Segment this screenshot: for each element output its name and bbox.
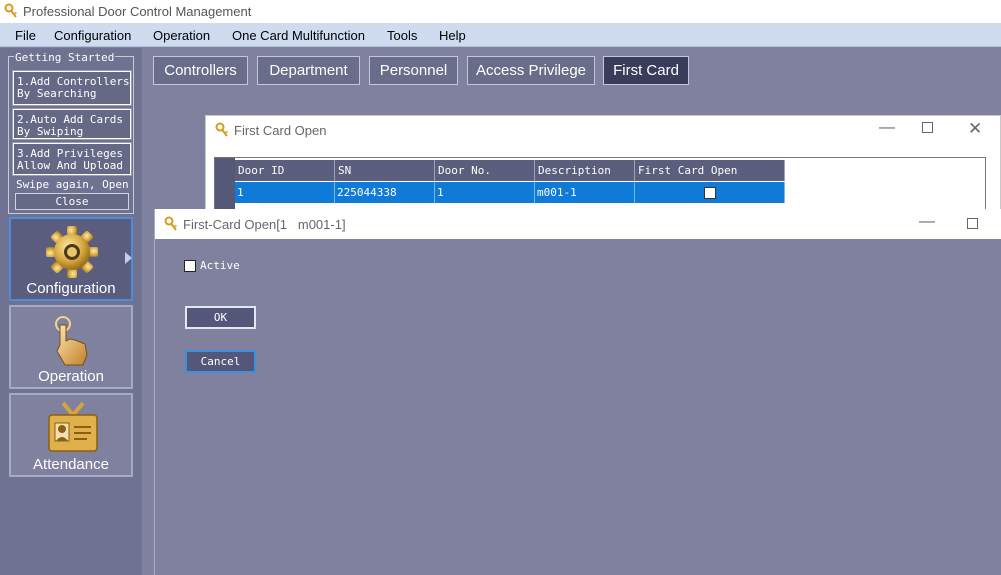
menu-tools[interactable]: Tools <box>387 28 417 43</box>
hand-pointer-icon <box>55 316 88 366</box>
column-header-sn[interactable]: SN <box>335 160 435 181</box>
step-add-controllers-button[interactable]: 1.Add Controllers By Searching <box>12 70 132 106</box>
nav-tile-configuration[interactable]: Configuration <box>9 217 133 301</box>
tab-department[interactable]: Department <box>257 56 360 85</box>
step-add-privileges-button[interactable]: 3.Add Privileges Allow And Upload <box>12 142 132 176</box>
ok-button[interactable]: OK <box>185 306 256 329</box>
column-header-first-card-open[interactable]: First Card Open <box>635 160 785 181</box>
menu-help[interactable]: Help <box>439 28 466 43</box>
menu-file[interactable]: File <box>15 28 36 43</box>
swipe-again-text: Swipe again, Open <box>16 178 129 191</box>
row-header-column <box>215 158 235 213</box>
tab-controllers[interactable]: Controllers <box>153 56 248 85</box>
nav-tile-attendance[interactable]: Attendance <box>9 393 133 477</box>
active-checkbox[interactable] <box>184 260 196 272</box>
dialog-title: First-Card Open[1 m001-1] <box>183 217 346 232</box>
cell-door-no[interactable]: 1 <box>435 182 535 203</box>
getting-started-close-button[interactable]: Close <box>15 193 129 210</box>
door-grid: Door ID SN Door No. Description First Ca… <box>214 157 986 213</box>
tab-access-privilege[interactable]: Access Privilege <box>467 56 595 85</box>
nav-tile-label: Attendance <box>33 456 109 473</box>
menu-bar: File Configuration Operation One Card Mu… <box>0 23 1001 47</box>
key-icon <box>215 122 228 137</box>
minimize-icon[interactable]: — <box>879 119 895 137</box>
cell-door-id[interactable]: 1 <box>235 182 335 203</box>
nav-tile-label: Configuration <box>26 280 116 297</box>
menu-one-card-multifunction[interactable]: One Card Multifunction <box>232 28 365 43</box>
app-title: Professional Door Control Management <box>23 4 252 19</box>
menu-operation[interactable]: Operation <box>153 28 210 43</box>
active-label: Active <box>200 259 240 272</box>
gear-icon <box>46 226 98 278</box>
app-title-bar: Professional Door Control Management <box>0 0 1001 23</box>
tab-personnel[interactable]: Personnel <box>369 56 458 85</box>
key-icon <box>164 216 177 231</box>
maximize-icon[interactable] <box>922 122 933 133</box>
column-header-description[interactable]: Description <box>535 160 635 181</box>
first-card-open-dialog: First-Card Open[1 m001-1] — Active OK Ca… <box>154 209 1001 575</box>
dialog-title-bar: First-Card Open[1 m001-1] — <box>155 209 1001 239</box>
close-icon[interactable]: ✕ <box>968 119 982 139</box>
maximize-icon[interactable] <box>967 218 978 229</box>
id-card-icon <box>48 401 98 452</box>
active-pointer-icon <box>125 252 132 264</box>
key-icon <box>4 3 17 18</box>
cell-sn[interactable]: 225044338 <box>335 182 435 203</box>
cancel-button[interactable]: Cancel <box>185 350 256 373</box>
first-card-open-checkbox[interactable] <box>704 187 716 199</box>
column-header-door-id[interactable]: Door ID <box>235 160 335 181</box>
column-header-door-no[interactable]: Door No. <box>435 160 535 181</box>
getting-started-legend: Getting Started <box>14 51 116 64</box>
nav-tile-operation[interactable]: Operation <box>9 305 133 389</box>
minimize-icon[interactable]: — <box>919 213 935 231</box>
step-auto-add-cards-button[interactable]: 2.Auto Add Cards By Swiping <box>12 108 132 140</box>
window-title: First Card Open <box>234 123 327 138</box>
first-card-open-window: First Card Open — ✕ Door ID SN Door No. … <box>205 115 1001 213</box>
tab-first-card[interactable]: First Card <box>603 56 689 85</box>
menu-configuration[interactable]: Configuration <box>54 28 131 43</box>
cell-description[interactable]: m001-1 <box>535 182 635 203</box>
nav-tile-label: Operation <box>38 368 104 385</box>
